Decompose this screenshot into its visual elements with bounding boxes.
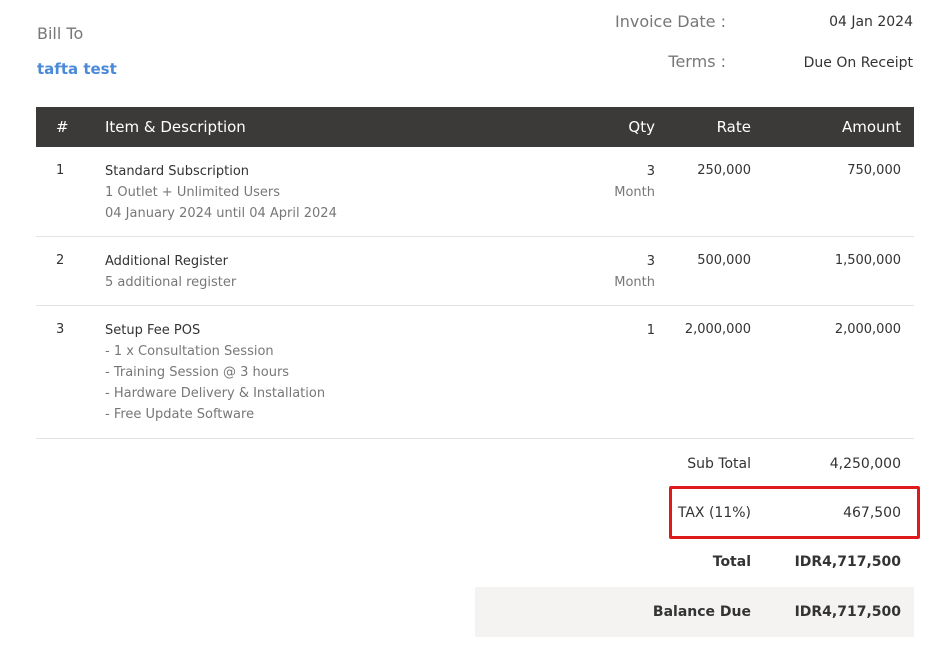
- qty-unit: Month: [614, 275, 655, 290]
- tax-label: TAX (11%): [677, 505, 751, 521]
- item-detail-line: 04 January 2024 until 04 April 2024: [105, 206, 337, 221]
- items-table: # Item & Description Qty Rate Amount 1 S…: [36, 107, 914, 439]
- item-description: Additional Register 5 additional registe…: [105, 253, 545, 291]
- item-qty: 3 Month: [614, 163, 655, 201]
- header-amount: Amount: [842, 118, 901, 136]
- row-number: 3: [56, 322, 65, 337]
- header-item-description: Item & Description: [105, 118, 246, 136]
- item-rate: 2,000,000: [684, 322, 751, 337]
- row-number: 2: [56, 253, 65, 268]
- item-amount: 2,000,000: [834, 322, 901, 337]
- qty-unit: Month: [614, 185, 655, 200]
- item-detail-line: - 1 x Consultation Session: [105, 344, 274, 359]
- item-name: Standard Subscription: [105, 164, 250, 179]
- header-qty: Qty: [628, 118, 655, 136]
- table-row: 3 Setup Fee POS - 1 x Consultation Sessi…: [36, 306, 914, 439]
- qty-value: 3: [646, 164, 655, 179]
- terms-value: Due On Receipt: [803, 55, 913, 71]
- item-detail-line: 5 additional register: [105, 275, 237, 290]
- balance-due-label: Balance Due: [652, 604, 751, 620]
- table-row: 1 Standard Subscription 1 Outlet + Unlim…: [36, 147, 914, 237]
- header-number: #: [56, 118, 69, 136]
- balance-due-value: IDR4,717,500: [794, 604, 901, 620]
- table-header: # Item & Description Qty Rate Amount: [36, 107, 914, 147]
- table-row: 2 Additional Register 5 additional regis…: [36, 237, 914, 306]
- sub-total-value: 4,250,000: [829, 456, 901, 472]
- total-value: IDR4,717,500: [794, 554, 901, 570]
- row-number: 1: [56, 163, 65, 178]
- bill-to-customer-link[interactable]: tafta test: [37, 60, 117, 78]
- item-amount: 1,500,000: [834, 253, 901, 268]
- item-detail-line: 1 Outlet + Unlimited Users: [105, 185, 280, 200]
- item-description: Setup Fee POS - 1 x Consultation Session…: [105, 322, 545, 423]
- invoice-date-label: Invoice Date :: [614, 12, 726, 31]
- qty-value: 3: [646, 254, 655, 269]
- invoice-date-value: 04 Jan 2024: [829, 14, 913, 30]
- item-name: Additional Register: [105, 254, 228, 269]
- item-rate: 500,000: [697, 253, 751, 268]
- tax-value: 467,500: [843, 505, 901, 521]
- item-description: Standard Subscription 1 Outlet + Unlimit…: [105, 163, 545, 222]
- item-amount: 750,000: [847, 163, 901, 178]
- item-detail-line: - Free Update Software: [105, 407, 255, 422]
- total-label: Total: [712, 554, 751, 570]
- header-rate: Rate: [716, 118, 751, 136]
- item-name: Setup Fee POS: [105, 323, 201, 338]
- item-qty: 1: [647, 322, 655, 339]
- item-qty: 3 Month: [614, 253, 655, 291]
- item-rate: 250,000: [697, 163, 751, 178]
- qty-value: 1: [646, 323, 655, 338]
- bill-to-label: Bill To: [37, 24, 84, 43]
- item-detail-line: - Training Session @ 3 hours: [105, 365, 290, 380]
- terms-label: Terms :: [668, 52, 726, 71]
- sub-total-label: Sub Total: [687, 456, 751, 472]
- item-detail-line: - Hardware Delivery & Installation: [105, 386, 326, 401]
